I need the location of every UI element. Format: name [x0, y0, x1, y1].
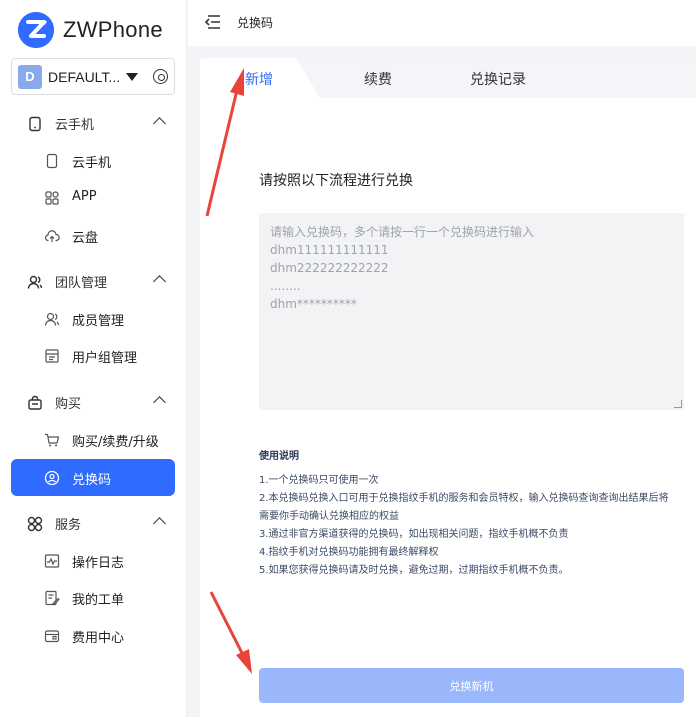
sidebar-item-operation-log[interactable]: 操作日志: [11, 542, 175, 579]
chevron-up-icon[interactable]: [153, 396, 166, 409]
sidebar-item-billing-center[interactable]: 费用中心: [11, 617, 175, 654]
nav-group-purchase[interactable]: 购买: [0, 384, 187, 421]
activity-icon: [44, 553, 60, 569]
sidebar-item-app[interactable]: APP: [11, 179, 175, 216]
sidebar-item-label: 操作日志: [72, 556, 125, 571]
account-avatar: D: [18, 64, 42, 89]
redeem-icon: [44, 470, 60, 486]
placeholder-line: dhm**********: [270, 297, 357, 311]
nav-group-label: 云手机: [55, 118, 95, 133]
cloud-upload-icon: [44, 228, 60, 244]
sidebar-item-cloud-phone[interactable]: 云手机: [11, 142, 175, 179]
account-selector[interactable]: D DEFAULT...: [11, 58, 175, 95]
shop-icon: [27, 395, 43, 411]
usage-line: 需要你手动确认兑换相应的权益: [259, 511, 399, 522]
sidebar-item-my-tickets[interactable]: 我的工单: [11, 579, 175, 616]
nav-group-label: 服务: [55, 518, 82, 533]
app-name: ZWPhone: [63, 17, 163, 42]
main-card: 新增 续费 兑换记录 请按照以下流程进行兑换 请输入兑换码，多个请按一行一个兑换…: [200, 58, 696, 717]
nav-group-label: 购买: [55, 397, 82, 412]
nav-group-team[interactable]: 团队管理: [0, 263, 187, 300]
sidebar-item-redeem-code[interactable]: 兑换码: [11, 459, 175, 496]
placeholder-line: dhm222222222222: [270, 261, 389, 275]
sidebar: ZWPhone D DEFAULT... 云手机 云手机 APP 云盘 团队管理…: [0, 0, 187, 717]
app-root: ZWPhone D DEFAULT... 云手机 云手机 APP 云盘 团队管理…: [0, 0, 696, 717]
apps-grid-icon: [44, 190, 60, 206]
wallet-icon: [44, 628, 60, 644]
chevron-up-icon[interactable]: [153, 275, 166, 288]
usage-list: 1.一个兑换码只可使用一次 2.本兑换码兑换入口可用于兑换指纹手机的服务和会员特…: [259, 472, 689, 580]
sidebar-item-label: 云手机: [72, 156, 112, 171]
sidebar-item-label: 费用中心: [72, 631, 125, 646]
tab-bar: 新增 续费 兑换记录: [200, 58, 696, 98]
placeholder-line: dhm111111111111: [270, 243, 389, 257]
cart-icon: [44, 432, 60, 448]
sidebar-item-label: 兑换码: [72, 473, 112, 488]
tab-redeem-history[interactable]: 兑换记录: [470, 69, 526, 89]
redeem-new-device-button[interactable]: 兑换新机: [259, 668, 684, 703]
usage-line: 2.本兑换码兑换入口可用于兑换指纹手机的服务和会员特权，输入兑换码查询查询出结果…: [259, 493, 669, 504]
team-icon: [27, 274, 43, 290]
breadcrumb: 兑换码: [237, 16, 274, 30]
nav-group-label: 团队管理: [55, 276, 108, 291]
chevron-up-icon[interactable]: [153, 117, 166, 130]
sidebar-item-cloud-disk[interactable]: 云盘: [11, 217, 175, 254]
user-group-icon: [44, 348, 60, 364]
account-name: DEFAULT...: [48, 68, 120, 85]
sidebar-item-label: 成员管理: [72, 314, 125, 329]
sidebar-item-label: 购买/续费/升级: [72, 435, 159, 450]
usage-line: 4.指纹手机对兑换码功能拥有最终解释权: [259, 547, 439, 558]
logo[interactable]: ZWPhone: [18, 12, 163, 48]
logo-icon: [18, 12, 54, 48]
tab-new[interactable]: 新增: [245, 69, 273, 89]
placeholder-line: 请输入兑换码，多个请按一行一个兑换码进行输入: [270, 225, 535, 239]
tab-renew[interactable]: 续费: [364, 69, 392, 89]
phone-icon: [27, 116, 43, 132]
collapse-menu-icon[interactable]: [204, 14, 222, 30]
sidebar-item-label: 云盘: [72, 231, 99, 246]
usage-title: 使用说明: [259, 451, 299, 462]
usage-line: 1.一个兑换码只可使用一次: [259, 475, 379, 486]
chevron-up-icon[interactable]: [153, 517, 166, 530]
top-header: 兑换码: [188, 0, 696, 46]
sidebar-item-label: 我的工单: [72, 593, 125, 608]
phone-icon: [44, 153, 60, 169]
ticket-edit-icon: [44, 590, 60, 606]
sidebar-item-label: 用户组管理: [72, 351, 138, 366]
settings-icon[interactable]: [153, 69, 168, 84]
sidebar-item-purchase-renew-upgrade[interactable]: 购买/续费/升级: [11, 421, 175, 458]
member-icon: [44, 311, 60, 327]
placeholder-line: ........: [270, 279, 301, 293]
instruction-title: 请按照以下流程进行兑换: [259, 173, 413, 189]
sidebar-item-members[interactable]: 成员管理: [11, 300, 175, 337]
redeem-code-textarea[interactable]: 请输入兑换码，多个请按一行一个兑换码进行输入 dhm111111111111 d…: [259, 213, 684, 410]
sidebar-item-user-groups[interactable]: 用户组管理: [11, 337, 175, 374]
usage-line: 5.如果您获得兑换码请及时兑换，避免过期，过期指纹手机概不负责。: [259, 565, 569, 576]
caret-down-icon[interactable]: [126, 72, 138, 81]
nav-group-service[interactable]: 服务: [0, 505, 187, 542]
nav-group-cloud-phone[interactable]: 云手机: [0, 105, 187, 142]
resize-handle-icon[interactable]: [674, 400, 682, 408]
usage-line: 3.通过非官方渠道获得的兑换码，如出现相关问题，指纹手机概不负责: [259, 529, 569, 540]
sidebar-item-label: APP: [72, 189, 97, 204]
services-grid-icon: [27, 516, 43, 532]
